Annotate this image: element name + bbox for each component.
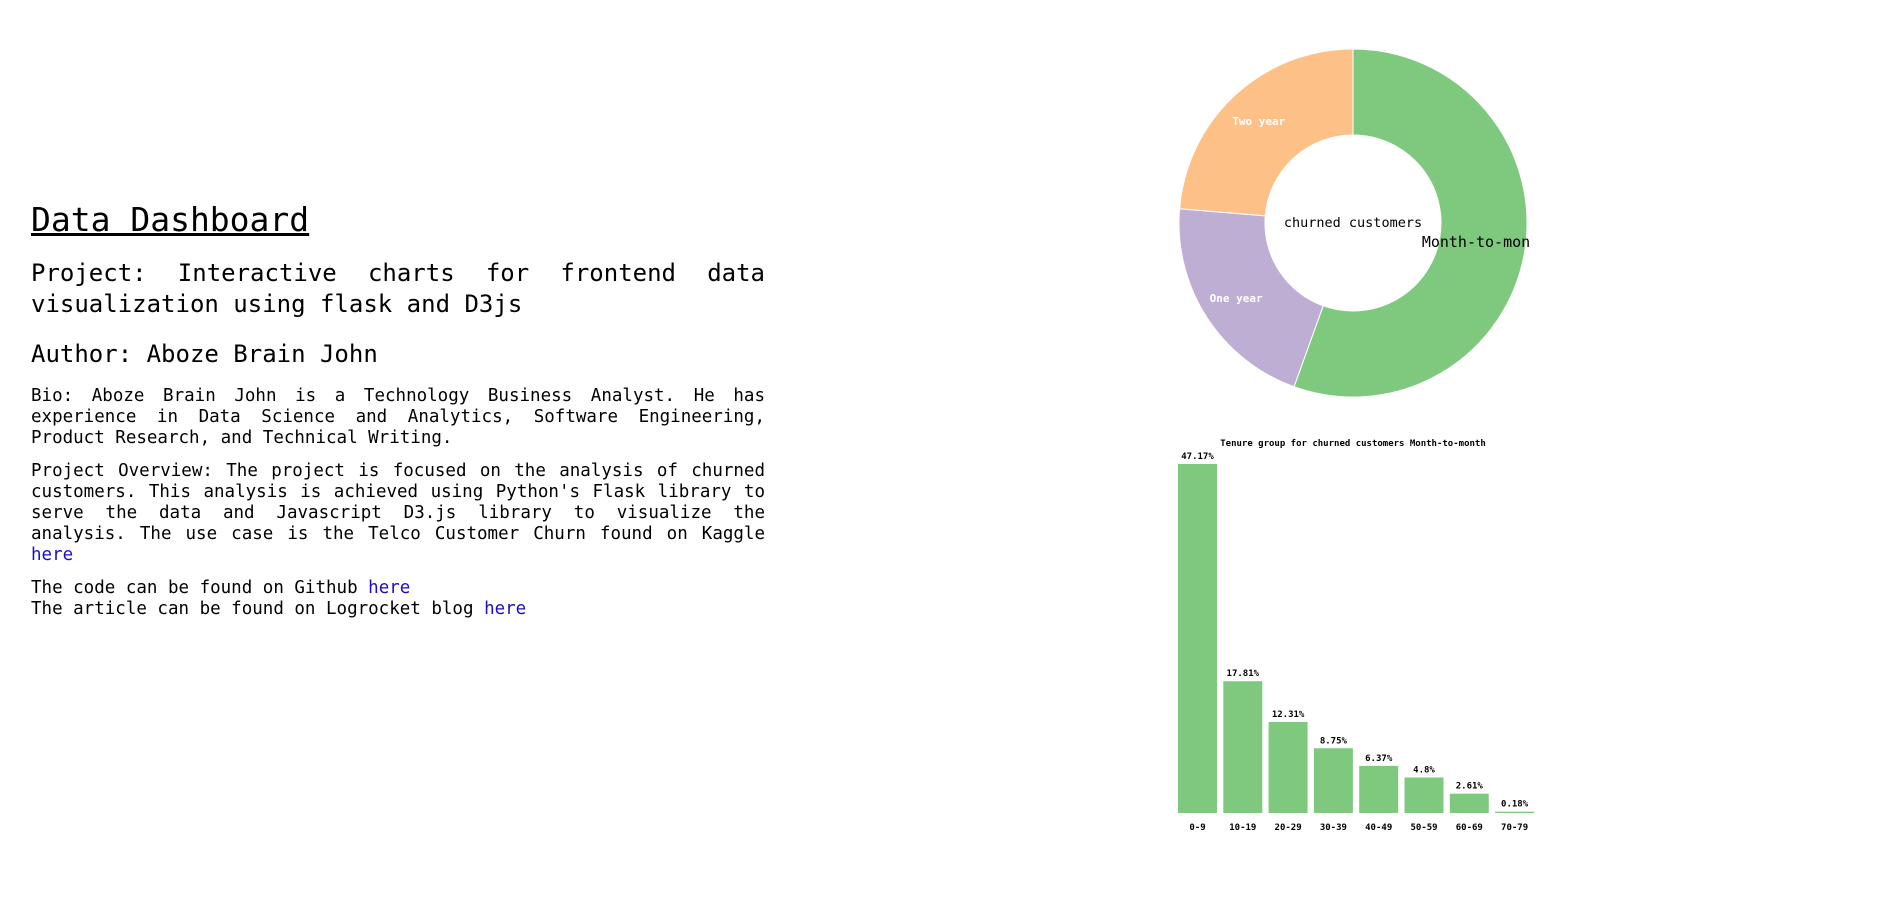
- bar-50-59[interactable]: [1404, 777, 1444, 813]
- bar-30-39[interactable]: [1313, 748, 1353, 813]
- donut-center-label: churned customers: [1284, 215, 1422, 231]
- bar-chart-title: Tenure group for churned customers Month…: [1220, 439, 1486, 449]
- bar-value-label-0-9: 47.17%: [1181, 452, 1214, 462]
- project-description: Project: Interactive charts for frontend…: [31, 258, 765, 318]
- github-link[interactable]: here: [368, 578, 410, 598]
- bar-value-label-30-39: 8.75%: [1320, 736, 1348, 746]
- info-panel: Data Dashboard Project: Interactive char…: [31, 200, 765, 620]
- article-text: The article can be found on Logrocket bl…: [31, 599, 474, 620]
- bar-value-label-70-79: 0.18%: [1501, 800, 1529, 810]
- article-link[interactable]: here: [484, 599, 526, 619]
- bar-60-69[interactable]: [1449, 793, 1489, 813]
- overview-paragraph: Project Overview: The project is focused…: [31, 461, 765, 566]
- links-block: The code can be found on Github here The…: [31, 578, 765, 620]
- bar-0-9[interactable]: [1178, 464, 1217, 813]
- donut-label-two-year: Two year: [1232, 115, 1285, 128]
- bar-axis-label-30-39: 30-39: [1320, 823, 1347, 833]
- bio-paragraph: Bio: Aboze Brain John is a Technology Bu…: [31, 386, 765, 449]
- bars: [1178, 464, 1535, 813]
- bar-axis-label-10-19: 10-19: [1229, 823, 1256, 833]
- bar-value-label-10-19: 17.81%: [1227, 669, 1260, 679]
- bar-axis-label-20-29: 20-29: [1275, 823, 1302, 833]
- bar-axis-label-50-59: 50-59: [1410, 823, 1437, 833]
- page-title: Data Dashboard: [31, 200, 310, 239]
- bar-chart: Tenure group for churned customers Month…: [1178, 439, 1535, 833]
- donut-label-month-to-month: Month-to-mon: [1422, 233, 1530, 251]
- github-text: The code can be found on Github: [31, 578, 358, 599]
- github-line: The code can be found on Github here: [31, 578, 765, 599]
- author-line: Author: Aboze Brain John: [31, 339, 378, 368]
- bar-20-29[interactable]: [1268, 721, 1308, 813]
- bar-value-label-60-69: 2.61%: [1456, 782, 1484, 792]
- donut-label-one-year: One year: [1210, 292, 1263, 305]
- bar-axis-labels: 0-9 10-19 20-29 30-39 40-49 50-59 60-69 70-79: [1189, 823, 1528, 833]
- bar-value-label-40-49: 6.37%: [1365, 754, 1393, 764]
- bar-axis-label-40-49: 40-49: [1365, 823, 1392, 833]
- article-line: The article can be found on Logrocket bl…: [31, 599, 765, 620]
- kaggle-link[interactable]: here: [31, 545, 73, 565]
- bar-axis-label-60-69: 60-69: [1456, 823, 1483, 833]
- bar-value-label-20-29: 12.31%: [1272, 710, 1305, 720]
- donut-slice-two-year[interactable]: [1179, 48, 1354, 217]
- bar-40-49[interactable]: [1359, 765, 1399, 813]
- overview-text: Project Overview: The project is focused…: [31, 461, 765, 545]
- bar-10-19[interactable]: [1223, 681, 1263, 813]
- donut-chart: Month-to-mon One year Two year churned cus…: [1178, 48, 1530, 398]
- bar-axis-label-0-9: 0-9: [1189, 823, 1205, 833]
- bar-axis-label-70-79: 70-79: [1501, 823, 1528, 833]
- bar-value-label-50-59: 4.8%: [1413, 765, 1435, 775]
- bar-70-79[interactable]: [1495, 811, 1535, 813]
